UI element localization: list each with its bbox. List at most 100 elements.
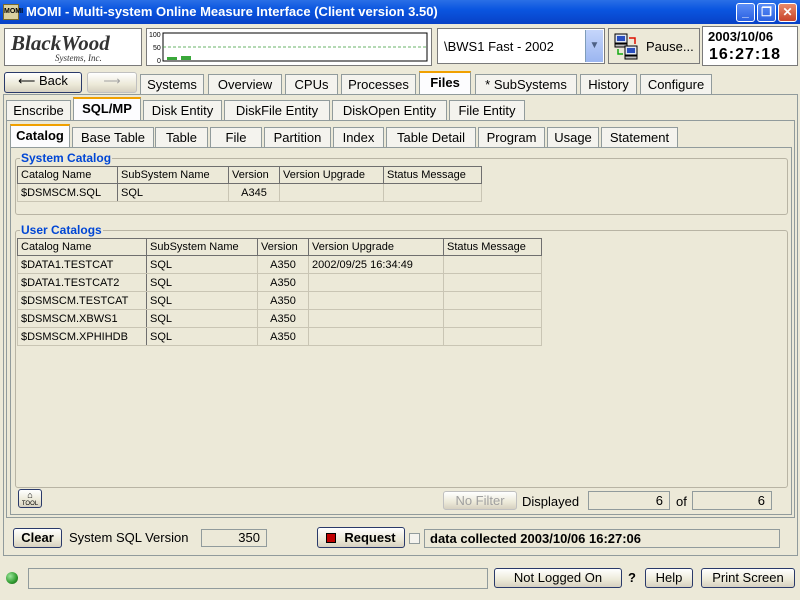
column-header-subsystem-name[interactable]: SubSystem Name bbox=[117, 166, 229, 184]
current-time: 16:27:18 bbox=[709, 46, 782, 63]
subtab-file-entity[interactable]: File Entity bbox=[449, 100, 525, 120]
tab-history[interactable]: History bbox=[580, 74, 637, 94]
tab-subsystems[interactable]: * SubSystems bbox=[475, 74, 577, 94]
cell-status-message bbox=[443, 255, 542, 274]
no-filter-button[interactable]: No Filter bbox=[443, 491, 517, 510]
home-icon: ⌂ bbox=[27, 490, 33, 500]
forward-button[interactable]: ⟶ bbox=[87, 72, 137, 93]
catalog-tab-index[interactable]: Index bbox=[333, 127, 384, 147]
user-catalog-row[interactable]: $DATA1.TESTCAT2 SQL A350 bbox=[17, 273, 542, 292]
user-catalog-row[interactable]: $DSMSCM.XBWS1 SQL A350 bbox=[17, 309, 542, 328]
column-header-version[interactable]: Version bbox=[257, 238, 309, 256]
current-date: 2003/10/06 bbox=[708, 29, 774, 44]
help-button[interactable]: Help bbox=[645, 568, 693, 588]
catalog-tab-catalog[interactable]: Catalog bbox=[10, 124, 70, 147]
catalog-tab-base-table[interactable]: Base Table bbox=[72, 127, 154, 147]
graph-label-50: 50 bbox=[153, 45, 161, 52]
close-button[interactable]: ✕ bbox=[778, 3, 797, 22]
column-header-status-message[interactable]: Status Message bbox=[383, 166, 482, 184]
not-logged-on-button[interactable]: Not Logged On bbox=[494, 568, 622, 588]
graph-bar-2 bbox=[181, 56, 191, 60]
forward-arrow-icon: ⟶ bbox=[103, 74, 121, 88]
tab-overview[interactable]: Overview bbox=[208, 74, 282, 94]
column-header-subsystem-name[interactable]: SubSystem Name bbox=[146, 238, 258, 256]
title-bar: MOMI MOMI - Multi-system Online Measure … bbox=[0, 0, 800, 24]
tab-systems[interactable]: Systems bbox=[140, 74, 204, 94]
subtab-diskfile-entity[interactable]: DiskFile Entity bbox=[224, 100, 330, 120]
subtab-sql-mp[interactable]: SQL/MP bbox=[73, 97, 141, 120]
back-arrow-icon: ⟵ bbox=[18, 74, 36, 88]
cell-catalog-name: $DSMSCM.SQL bbox=[17, 183, 118, 202]
question-icon[interactable]: ? bbox=[628, 570, 636, 585]
user-catalog-row[interactable]: $DATA1.TESTCAT SQL A350 2002/09/25 16:34:49 bbox=[17, 255, 542, 274]
cell-subsystem-name: SQL bbox=[146, 255, 258, 274]
column-header-catalog-name[interactable]: Catalog Name bbox=[17, 166, 118, 184]
cell-status-message bbox=[443, 291, 542, 310]
cell-version: A345 bbox=[228, 183, 280, 202]
collected-checkbox[interactable] bbox=[409, 533, 420, 544]
cell-version: A350 bbox=[257, 291, 309, 310]
user-catalogs-table: Catalog Name SubSystem Name Version Version… bbox=[17, 238, 542, 346]
subtab-diskopen-entity[interactable]: DiskOpen Entity bbox=[332, 100, 447, 120]
user-catalog-row[interactable]: $DSMSCM.TESTCAT SQL A350 bbox=[17, 291, 542, 310]
cell-version-upgrade bbox=[308, 273, 444, 292]
datetime-display: 2003/10/06 16:27:18 bbox=[702, 26, 798, 66]
minimize-button[interactable]: _ bbox=[736, 3, 755, 22]
system-select[interactable]: \BWS1 Fast - 2002 ▼ bbox=[437, 28, 605, 64]
column-header-status-message[interactable]: Status Message bbox=[443, 238, 542, 256]
catalog-tab-table[interactable]: Table bbox=[155, 127, 208, 147]
system-catalog-title: System Catalog bbox=[20, 151, 113, 165]
app-icon: MOMI bbox=[3, 4, 23, 20]
of-label: of bbox=[676, 494, 687, 509]
maximize-button[interactable]: ❐ bbox=[757, 3, 776, 22]
print-screen-button[interactable]: Print Screen bbox=[701, 568, 795, 588]
logo-line2: Systems, Inc. bbox=[55, 53, 102, 63]
catalog-tab-table-detail[interactable]: Table Detail bbox=[386, 127, 476, 147]
cell-catalog-name: $DATA1.TESTCAT2 bbox=[17, 273, 147, 292]
data-collected-text: data collected 2003/10/06 16:27:06 bbox=[424, 529, 780, 548]
cell-version-upgrade bbox=[308, 291, 444, 310]
cell-version: A350 bbox=[257, 327, 309, 346]
tab-configure[interactable]: Configure bbox=[640, 74, 712, 94]
catalog-tab-statement[interactable]: Statement bbox=[601, 127, 678, 147]
tab-processes[interactable]: Processes bbox=[341, 74, 416, 94]
back-button[interactable]: ⟵ Back bbox=[4, 72, 82, 93]
request-label: Request bbox=[344, 530, 396, 545]
cell-catalog-name: $DSMSCM.XBWS1 bbox=[17, 309, 147, 328]
cell-status-message bbox=[383, 183, 482, 202]
cell-subsystem-name: SQL bbox=[146, 309, 258, 328]
cell-subsystem-name: SQL bbox=[146, 327, 258, 346]
cell-version-upgrade: 2002/09/25 16:34:49 bbox=[308, 255, 444, 274]
user-catalogs-title: User Catalogs bbox=[20, 223, 103, 237]
cpu-mini-graph: 100 50 0 bbox=[146, 28, 432, 66]
request-button[interactable]: Request bbox=[317, 527, 405, 548]
catalog-tab-usage[interactable]: Usage bbox=[547, 127, 599, 147]
system-catalog-table: Catalog Name SubSystem Name Version Version… bbox=[17, 166, 482, 202]
user-catalog-row[interactable]: $DSMSCM.XPHIHDB SQL A350 bbox=[17, 327, 542, 346]
catalog-tab-partition[interactable]: Partition bbox=[264, 127, 331, 147]
cell-catalog-name: $DSMSCM.XPHIHDB bbox=[17, 327, 147, 346]
chevron-down-icon[interactable]: ▼ bbox=[585, 30, 603, 62]
tab-files[interactable]: Files bbox=[419, 71, 471, 94]
system-catalog-row[interactable]: $DSMSCM.SQL SQL A345 bbox=[17, 183, 482, 202]
column-header-version[interactable]: Version bbox=[228, 166, 280, 184]
subtab-disk-entity[interactable]: Disk Entity bbox=[143, 100, 222, 120]
mini-graph-svg: 100 50 0 bbox=[149, 32, 428, 65]
column-header-catalog-name[interactable]: Catalog Name bbox=[17, 238, 147, 256]
column-header-version-upgrade[interactable]: Version Upgrade bbox=[308, 238, 444, 256]
graph-label-0: 0 bbox=[157, 58, 161, 65]
cell-status-message bbox=[443, 309, 542, 328]
pause-button[interactable]: Pause... bbox=[608, 28, 700, 64]
catalog-tab-file[interactable]: File bbox=[210, 127, 262, 147]
status-text bbox=[28, 568, 488, 589]
subtab-enscribe[interactable]: Enscribe bbox=[6, 100, 71, 120]
clear-button[interactable]: Clear bbox=[13, 528, 62, 548]
tool-button[interactable]: ⌂ TOOL bbox=[18, 489, 42, 508]
catalog-tab-program[interactable]: Program bbox=[478, 127, 545, 147]
column-header-version-upgrade[interactable]: Version Upgrade bbox=[279, 166, 384, 184]
tab-cpus[interactable]: CPUs bbox=[285, 74, 338, 94]
system-select-value: \BWS1 Fast - 2002 bbox=[444, 39, 554, 54]
status-led-icon bbox=[6, 572, 18, 584]
cell-version: A350 bbox=[257, 255, 309, 274]
displayed-label: Displayed bbox=[522, 494, 580, 509]
